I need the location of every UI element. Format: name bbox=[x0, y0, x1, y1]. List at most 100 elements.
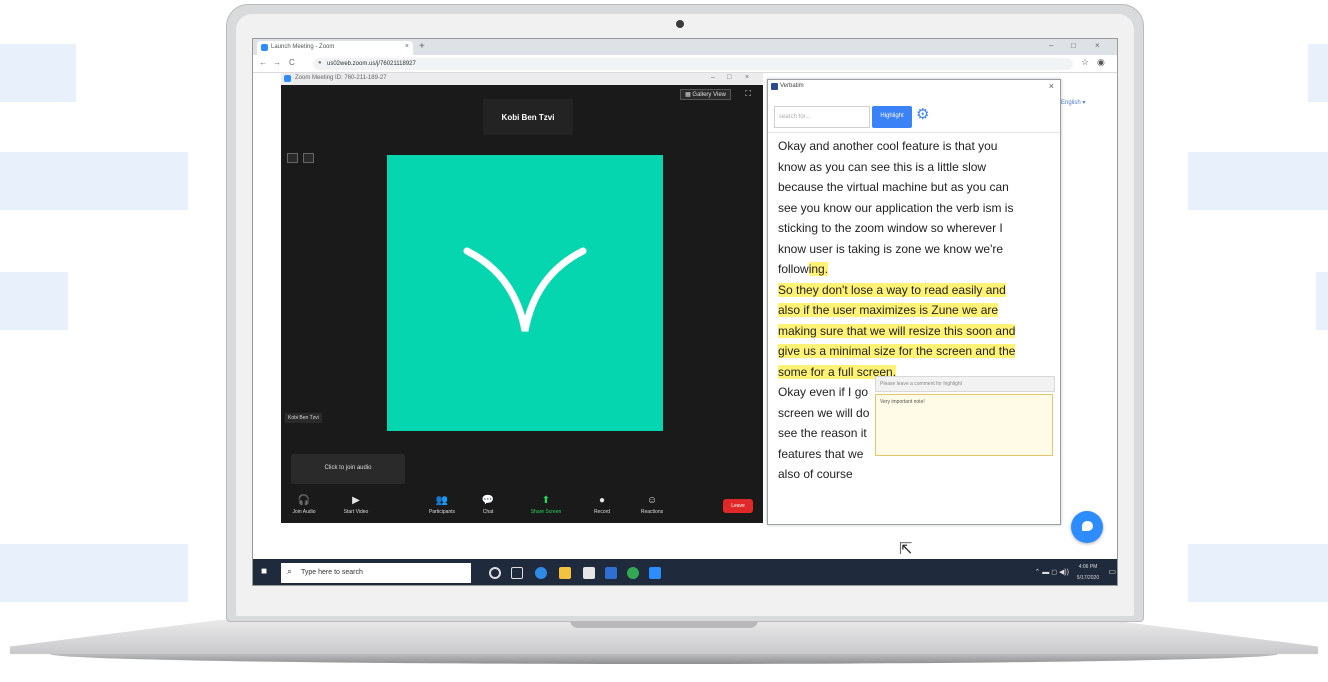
gallery-view-button[interactable]: ▦ Gallery View bbox=[680, 89, 731, 100]
transcript-line: see you know our application the verb is… bbox=[778, 198, 1050, 219]
new-tab-button[interactable]: + bbox=[419, 41, 425, 52]
highlight-button[interactable]: Highlight bbox=[872, 106, 912, 128]
taskbar-search[interactable]: ⌕ Type here to search bbox=[281, 563, 471, 583]
chat-icon: 💬 bbox=[481, 495, 495, 506]
zoom-close-button[interactable]: × bbox=[745, 74, 749, 81]
join-audio-tool[interactable]: 🎧 Join Audio bbox=[279, 495, 329, 515]
transcript-text: follow bbox=[778, 262, 809, 276]
verbatim-panel: Verbatim × search for... Highlight ⚙ Oka… bbox=[767, 79, 1061, 525]
transcript-text: see the reason it bbox=[778, 426, 867, 440]
bg-stripe bbox=[1188, 544, 1328, 602]
taskbar-search-text: Type here to search bbox=[301, 569, 363, 576]
laptop-foot bbox=[50, 654, 1278, 664]
close-window-button[interactable]: × bbox=[1095, 41, 1100, 50]
zoom-titlebar: Zoom Meeting ID: 760-211-189-27 – □ × bbox=[281, 73, 763, 85]
tab-close-icon[interactable]: × bbox=[405, 43, 409, 50]
join-audio-button[interactable]: Click to join audio bbox=[291, 454, 405, 484]
transcript-line: So they don't lose a way to read easily … bbox=[778, 280, 1050, 301]
minimize-button[interactable]: – bbox=[1049, 41, 1053, 50]
fullscreen-icon[interactable]: ⛶ bbox=[745, 89, 751, 99]
reload-button[interactable]: C bbox=[289, 58, 295, 67]
transcript-highlight: So they don't lose a way to read easily … bbox=[778, 282, 1006, 297]
leave-button[interactable]: Leave bbox=[723, 499, 753, 513]
verbatim-close-icon[interactable]: × bbox=[1049, 81, 1054, 91]
clock-date: 5/17/2020 bbox=[1076, 575, 1100, 581]
mail-icon[interactable] bbox=[605, 567, 617, 579]
transcript-line: also of course bbox=[778, 464, 1050, 485]
participant-name-tag: Kobi Ben Tzvi bbox=[285, 413, 322, 423]
transcript-text: know user is taking is zone we know we'r… bbox=[778, 241, 1004, 256]
laptop-screen: Launch Meeting - Zoom × + – □ × ← → C ● … bbox=[252, 38, 1118, 586]
comment-textarea[interactable]: Very important note! bbox=[875, 394, 1053, 456]
back-button[interactable]: ← bbox=[259, 58, 267, 67]
verbatim-titlebar: Verbatim bbox=[768, 80, 1060, 92]
verbatim-search-input[interactable]: search for... bbox=[774, 106, 870, 128]
notifications-icon[interactable]: ▭ bbox=[1108, 567, 1116, 576]
zoom-icon[interactable] bbox=[649, 567, 661, 579]
zoom-window-title: Zoom Meeting ID: 760-211-189-27 bbox=[295, 75, 387, 81]
chrome-icon[interactable] bbox=[627, 567, 639, 579]
language-link[interactable]: English ▾ bbox=[1061, 99, 1085, 106]
star-icon[interactable]: ☆ bbox=[1081, 57, 1089, 68]
bg-stripe bbox=[0, 272, 68, 330]
system-tray-icons[interactable]: ⌃ ▬ ◻ ◀)) bbox=[1034, 568, 1069, 576]
zoom-minimize-button[interactable]: – bbox=[711, 74, 715, 81]
transcript-text: know as you can see this is a little slo… bbox=[778, 159, 987, 174]
chat-tool[interactable]: 💬 Chat bbox=[463, 495, 513, 515]
video-off-icon: ▶ bbox=[352, 495, 360, 506]
transcript-text: features that we bbox=[778, 446, 864, 461]
comment-header: Please leave a comment for highlight bbox=[875, 376, 1055, 392]
gallery-view-label: Gallery View bbox=[692, 92, 726, 98]
task-view-icon[interactable] bbox=[511, 567, 523, 579]
bg-stripe bbox=[1308, 44, 1328, 102]
share-screen-icon: ⬆ bbox=[541, 495, 551, 506]
tab-title: Launch Meeting - Zoom bbox=[271, 44, 335, 50]
cortana-icon[interactable] bbox=[489, 567, 501, 579]
webcam bbox=[676, 20, 684, 28]
record-tool[interactable]: ● Record bbox=[577, 495, 627, 515]
record-icon: ● bbox=[598, 495, 606, 506]
verbatim-app-icon bbox=[771, 83, 778, 90]
browser-tabbar: Launch Meeting - Zoom × + – □ × bbox=[253, 39, 1117, 55]
transcript-highlight: give us a minimal size for the screen an… bbox=[778, 344, 1016, 358]
tool-label: Reactions bbox=[640, 509, 664, 515]
start-video-tool[interactable]: ▶ Start Video bbox=[331, 495, 381, 515]
browser-tab[interactable]: Launch Meeting - Zoom × bbox=[257, 41, 413, 55]
participant-avatar bbox=[387, 155, 663, 431]
verbatim-logo-icon bbox=[463, 247, 587, 332]
active-speaker-name: Kobi Ben Tzvi bbox=[483, 99, 573, 135]
transcript-highlight: also if the user maximizes is Zune we ar… bbox=[778, 303, 999, 317]
forward-button[interactable]: → bbox=[273, 58, 281, 67]
maximize-button[interactable]: □ bbox=[1071, 41, 1076, 50]
zoom-maximize-button[interactable]: □ bbox=[727, 74, 731, 81]
store-icon[interactable] bbox=[583, 567, 595, 579]
tool-label: Join Audio bbox=[292, 509, 316, 515]
zoom-toolbar: 🎧 Join Audio ▶ Start Video 👥 Participant… bbox=[281, 487, 763, 523]
transcript-line: give us a minimal size for the screen an… bbox=[778, 341, 1050, 362]
reactions-tool[interactable]: ☺ Reactions bbox=[627, 495, 677, 515]
zoom-meeting-window: Zoom Meeting ID: 760-211-189-27 – □ × Ko… bbox=[281, 73, 763, 523]
windows-start-icon[interactable]: ■ bbox=[261, 567, 271, 577]
participants-tool[interactable]: 👥 Participants bbox=[417, 495, 467, 515]
file-explorer-icon[interactable] bbox=[559, 567, 571, 579]
gear-icon[interactable]: ⚙ bbox=[916, 105, 929, 123]
edge-icon[interactable] bbox=[535, 567, 547, 579]
headphones-icon: 🎧 bbox=[297, 495, 311, 506]
chat-bubble-button[interactable] bbox=[1071, 511, 1103, 543]
tool-label: Share Screen bbox=[530, 509, 562, 515]
meeting-info-icon[interactable] bbox=[287, 153, 298, 163]
clock-time: 4:06 PM bbox=[1078, 564, 1098, 570]
tool-label: Start Video bbox=[343, 509, 369, 515]
search-icon: ⌕ bbox=[287, 566, 293, 576]
transcript-text: because the virtual machine but as you c… bbox=[778, 180, 1009, 194]
share-screen-tool[interactable]: ⬆ Share Screen bbox=[521, 495, 571, 515]
taskbar-clock[interactable]: 4:06 PM 5/17/2020 bbox=[1071, 562, 1105, 584]
security-icon[interactable] bbox=[303, 153, 314, 163]
url-field[interactable]: ● us02web.zoom.us/j/76021118927 bbox=[313, 58, 1073, 70]
tool-label: Chat bbox=[482, 509, 494, 515]
transcript-line: making sure that we will resize this soo… bbox=[778, 321, 1050, 342]
profile-icon[interactable]: ◉ bbox=[1097, 57, 1105, 68]
zoom-logo-icon bbox=[284, 75, 291, 82]
bg-stripe bbox=[1316, 272, 1328, 330]
transcript-text: also of course bbox=[778, 467, 853, 481]
